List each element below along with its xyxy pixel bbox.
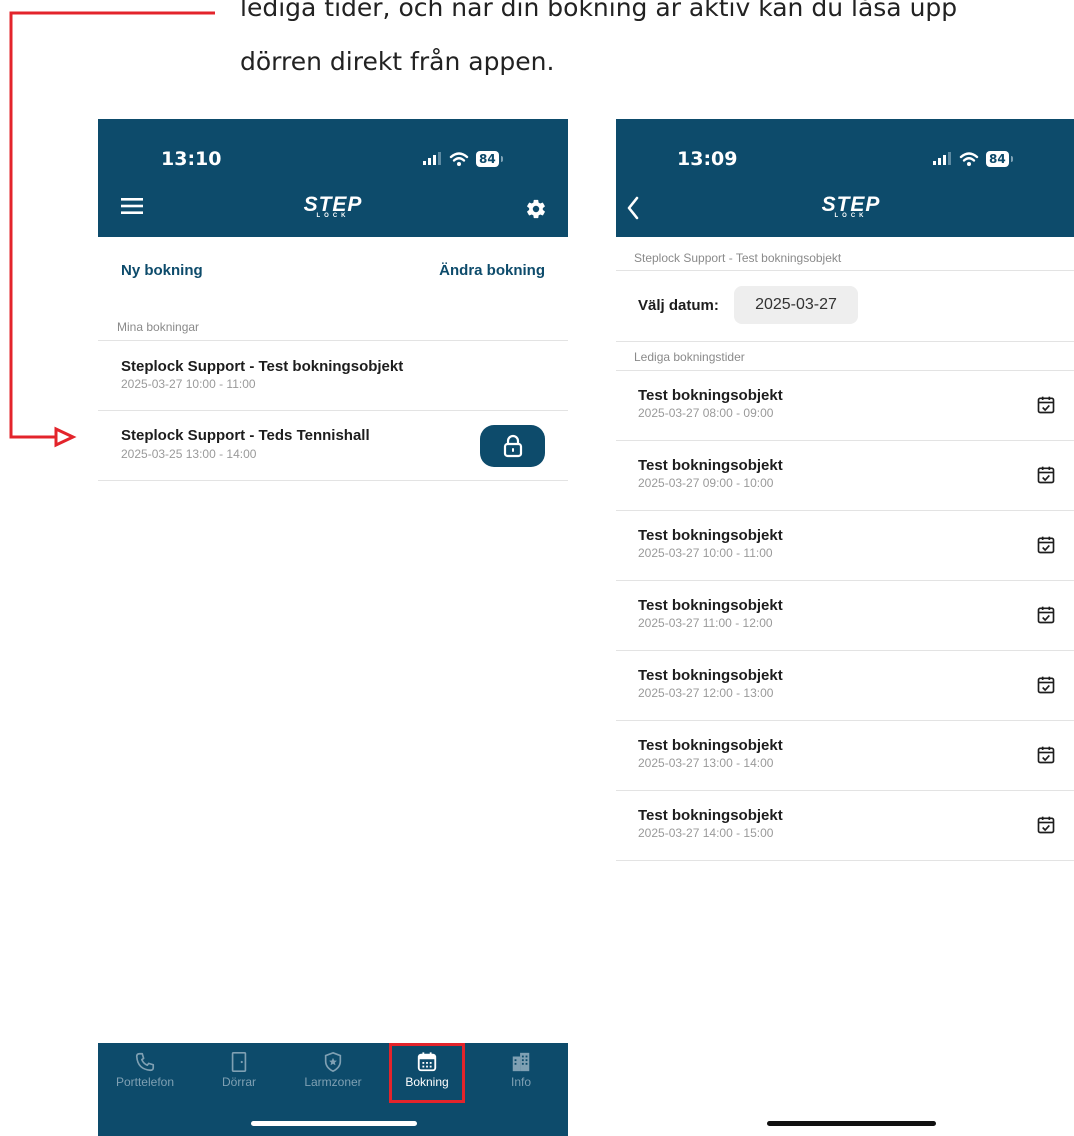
calendar-check-icon[interactable] (1036, 465, 1056, 485)
slot-title: Test bokningsobjekt (638, 737, 783, 754)
battery-indicator: 84 (476, 151, 503, 167)
slot-title: Test bokningsobjekt (638, 597, 783, 614)
wifi-icon (449, 151, 469, 166)
gear-icon[interactable] (525, 198, 547, 220)
status-icons: 84 (932, 151, 1013, 167)
home-indicator (767, 1121, 936, 1126)
divider (98, 480, 568, 481)
slot-row[interactable]: Test bokningsobjekt 2025-03-27 10:00 - 11… (616, 511, 1074, 580)
booking-time: 2025-03-27 10:00 - 11:00 (121, 377, 256, 391)
status-icons: 84 (422, 151, 503, 167)
slot-time: 2025-03-27 12:00 - 13:00 (638, 686, 774, 700)
slot-row[interactable]: Test bokningsobjekt 2025-03-27 12:00 - 13… (616, 651, 1074, 720)
tab-larmzoner[interactable]: Larmzoner (286, 1043, 380, 1107)
slot-time: 2025-03-27 10:00 - 11:00 (638, 546, 773, 560)
signal-icon (423, 152, 441, 165)
left-phone-screen: 13:10 84 STEP LOCK Ny bokning Ändra bokn… (98, 119, 568, 1136)
wifi-icon (959, 151, 979, 166)
slot-title: Test bokningsobjekt (638, 527, 783, 544)
steplock-logo: STEP LOCK (811, 193, 891, 219)
booking-time: 2025-03-25 13:00 - 14:00 (121, 447, 257, 461)
slot-title: Test bokningsobjekt (638, 807, 783, 824)
date-value: 2025-03-27 (755, 296, 837, 313)
slot-row[interactable]: Test bokningsobjekt 2025-03-27 14:00 - 15… (616, 791, 1074, 860)
tab-dorrar[interactable]: Dörrar (192, 1043, 286, 1107)
status-time: 13:10 (161, 148, 222, 170)
bottom-tab-bar: Porttelefon Dörrar Larmzoner Bokning Inf… (98, 1043, 568, 1136)
divider (616, 341, 1074, 342)
slot-time: 2025-03-27 08:00 - 09:00 (638, 406, 774, 420)
phone-icon (135, 1052, 155, 1072)
tab-label: Larmzoner (304, 1075, 362, 1089)
slot-title: Test bokningsobjekt (638, 457, 783, 474)
status-time: 13:09 (677, 148, 738, 170)
calendar-check-icon[interactable] (1036, 605, 1056, 625)
slot-row[interactable]: Test bokningsobjekt 2025-03-27 11:00 - 12… (616, 581, 1074, 650)
slot-row[interactable]: Test bokningsobjekt 2025-03-27 13:00 - 14… (616, 721, 1074, 790)
section-label-available-slots: Lediga bokningstider (634, 350, 745, 364)
booking-title: Steplock Support - Teds Tennishall (121, 427, 370, 444)
tab-label: Dörrar (221, 1075, 256, 1089)
home-indicator (251, 1121, 417, 1126)
breadcrumb: Steplock Support - Test bokningsobjekt (634, 251, 842, 265)
steplock-logo: STEP LOCK (293, 193, 373, 219)
booking-row[interactable]: Steplock Support - Test bokningsobjekt 2… (98, 341, 568, 409)
slot-row[interactable]: Test bokningsobjekt 2025-03-27 09:00 - 10… (616, 441, 1074, 510)
calendar-check-icon[interactable] (1036, 815, 1056, 835)
active-tab-highlight (389, 1043, 465, 1103)
slot-title: Test bokningsobjekt (638, 667, 783, 684)
tab-info[interactable]: Info (474, 1043, 568, 1107)
slot-time: 2025-03-27 13:00 - 14:00 (638, 756, 774, 770)
slot-time: 2025-03-27 11:00 - 12:00 (638, 616, 773, 630)
intro-line-1: lediga tider, och när din bokning är akt… (240, 0, 958, 22)
unlock-icon (503, 434, 522, 458)
intro-line-2: dörren direkt från appen. (240, 47, 555, 76)
right-phone-screen: 13:09 84 STEP LOCK Steplock Support - Te… (616, 119, 1074, 1136)
booking-title: Steplock Support - Test bokningsobjekt (121, 358, 404, 375)
left-top-bar: 13:10 84 STEP LOCK (98, 119, 568, 237)
date-picker[interactable]: 2025-03-27 (734, 286, 858, 324)
tab-label: Porttelefon (115, 1075, 175, 1089)
chevron-left-icon[interactable] (626, 196, 640, 220)
tab-label: Info (510, 1075, 531, 1089)
calendar-check-icon[interactable] (1036, 745, 1056, 765)
new-booking-link[interactable]: Ny bokning (121, 262, 203, 279)
right-top-bar: 13:09 84 STEP LOCK (616, 119, 1074, 237)
edit-booking-link[interactable]: Ändra bokning (439, 262, 545, 279)
date-label: Välj datum: (638, 297, 719, 314)
divider (616, 270, 1074, 271)
shield-star-icon (324, 1051, 342, 1073)
unlock-button[interactable] (480, 425, 545, 467)
battery-indicator: 84 (986, 151, 1013, 167)
slot-row[interactable]: Test bokningsobjekt 2025-03-27 08:00 - 09… (616, 371, 1074, 440)
slot-title: Test bokningsobjekt (638, 387, 783, 404)
calendar-check-icon[interactable] (1036, 535, 1056, 555)
slot-time: 2025-03-27 14:00 - 15:00 (638, 826, 774, 840)
door-icon (231, 1052, 247, 1072)
building-icon (512, 1052, 530, 1072)
hamburger-icon[interactable] (121, 197, 143, 215)
calendar-check-icon[interactable] (1036, 675, 1056, 695)
tab-porttelefon[interactable]: Porttelefon (98, 1043, 192, 1107)
calendar-check-icon[interactable] (1036, 395, 1056, 415)
divider (616, 860, 1074, 861)
signal-icon (933, 152, 951, 165)
slot-time: 2025-03-27 09:00 - 10:00 (638, 476, 774, 490)
section-label-my-bookings: Mina bokningar (117, 320, 200, 334)
